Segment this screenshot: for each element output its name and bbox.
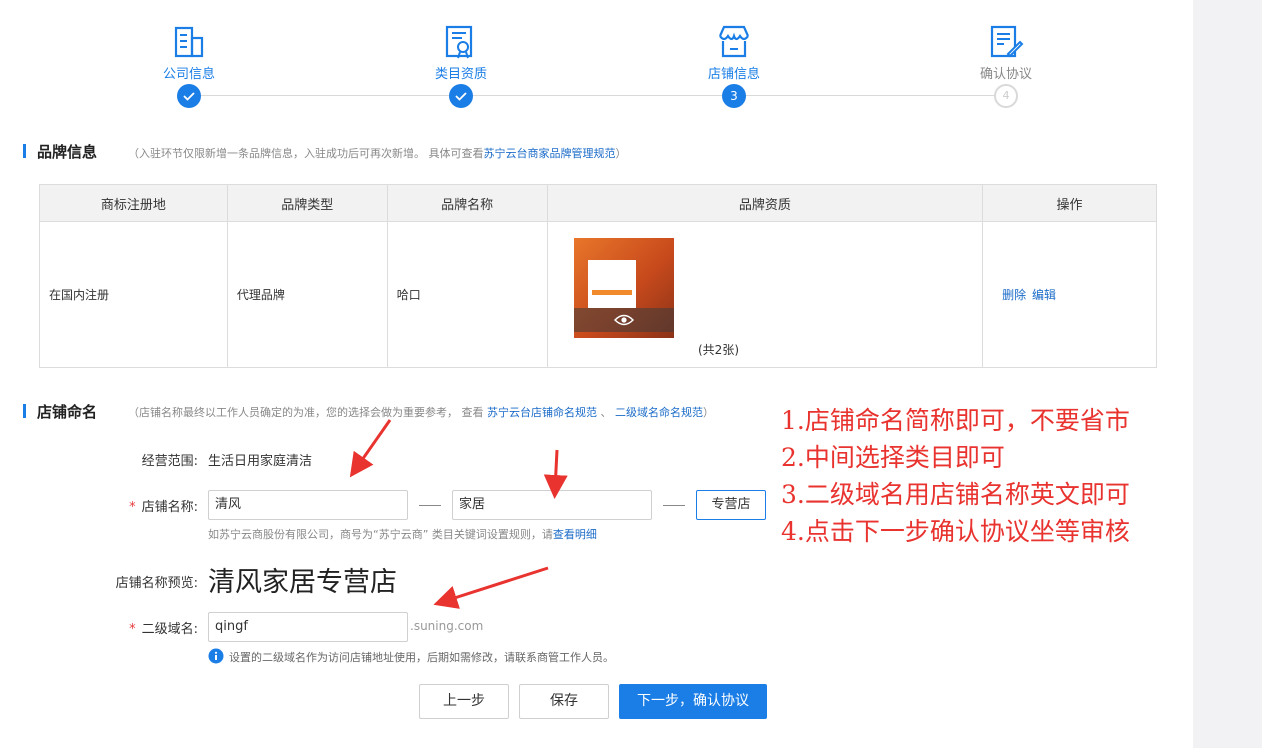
annotation-arrows	[349, 419, 568, 609]
annotation-line-4: 4.点击下一步确认协议坐等审核	[781, 517, 1130, 546]
annotation-arrow	[543, 449, 568, 499]
annotation-arrow	[433, 566, 549, 609]
annotation-line-1: 1.店铺命名简称即可，不要省市	[781, 406, 1130, 435]
annotation-arrow	[349, 419, 392, 478]
annotation-line-2: 2.中间选择类目即可	[781, 443, 1005, 472]
annotation-line-3: 3.二级域名用店铺名称英文即可	[781, 480, 1130, 509]
page-panel: 公司信息 类目资质 店铺信息 确认协议 3 4 品牌信息 （入驻环节仅限新增一条…	[0, 0, 1193, 748]
